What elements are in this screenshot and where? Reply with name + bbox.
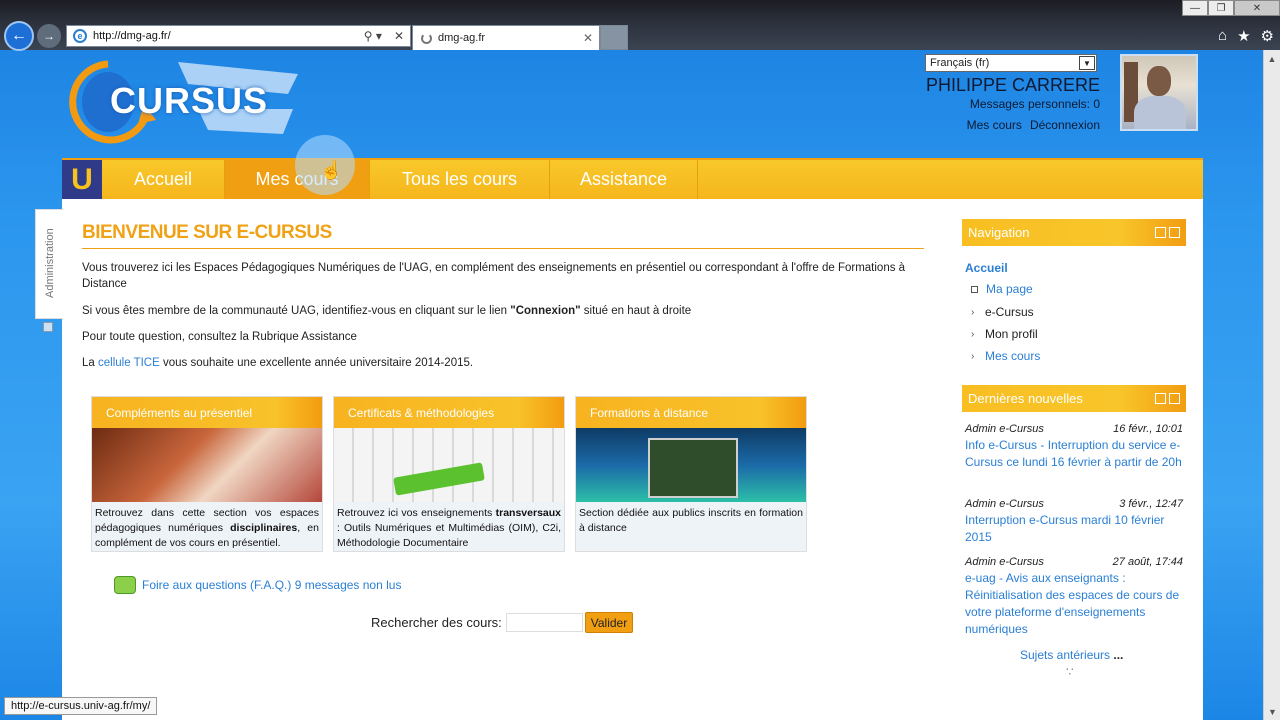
language-value: Français (fr) [930,57,990,69]
search-label: Rechercher des cours: [371,615,502,630]
scroll-up-icon[interactable]: ▲ [1264,50,1280,67]
news-meta: Admin e-Cursus 16 févr., 10:01 [965,423,1183,435]
administration-label: Administration [44,228,56,298]
news-meta: Admin e-Cursus 3 févr., 12:47 [965,498,1183,510]
news-link[interactable]: Info e-Cursus - Interruption du service … [965,437,1183,471]
window-close-button[interactable]: ✕ [1234,0,1280,16]
logo-text: CURSUS [110,80,269,121]
navigation-title: Navigation [968,225,1030,240]
browser-tab[interactable]: dmg-ag.fr ✕ [412,25,600,50]
ie-icon: e [73,29,87,43]
chevron-right-icon: › [971,350,975,362]
news-title: Dernières nouvelles [968,391,1083,406]
card-image[interactable] [92,428,322,502]
menu-item-accueil[interactable]: Accueil [102,160,225,199]
category-card-distance[interactable]: Formations à distance Section dédiée aux… [575,396,807,552]
home-icon[interactable]: ⌂ [1218,27,1227,45]
administration-tab[interactable]: Administration [35,209,63,319]
settings-gear-icon[interactable]: ⚙ [1261,27,1274,45]
user-links: Mes cours Déconnexion [900,118,1100,132]
address-bar[interactable]: e http://dmg-ag.fr/ ⚲ ▾ ✕ [66,25,411,47]
avatar[interactable] [1120,54,1198,131]
nav-item-mon-profil[interactable]: › Mon profil [971,327,1038,341]
card-title[interactable]: Certificats & méthodologies [334,397,564,428]
my-courses-link[interactable]: Mes cours [967,118,1022,132]
chevron-right-icon: › [971,328,975,340]
forum-icon [114,576,136,594]
minimize-button[interactable]: — [1182,0,1208,16]
news-link[interactable]: Interruption e-Cursus mardi 10 février 2… [965,512,1183,546]
card-description: Retrouvez ici vos enseignements transver… [337,507,561,549]
older-topics-link[interactable]: Sujets antérieurs ... [1020,648,1123,662]
mouse-cursor-icon: ☝ [320,160,343,180]
page-title: BIENVENUE SUR E-CURSUS [82,222,924,249]
card-description: Section dédiée aux publics inscrits en f… [579,507,803,534]
loading-icon [421,32,432,44]
nav-home-link[interactable]: Accueil [965,261,1008,275]
scroll-down-icon[interactable]: ▼ [1264,703,1280,720]
chevron-right-icon: › [971,306,975,318]
close-icon[interactable]: ✕ [394,29,404,43]
category-card-certificats[interactable]: Certificats & méthodologies Retrouvez ic… [333,396,565,552]
browser-chrome: ← → e http://dmg-ag.fr/ ⚲ ▾ ✕ dmg-ag.fr … [0,0,1280,51]
back-button[interactable]: ← [4,21,34,51]
address-url[interactable]: http://dmg-ag.fr/ [93,30,358,42]
tab-title: dmg-ag.fr [438,32,486,44]
card-description: Retrouvez dans cette section vos espaces… [95,507,319,549]
category-card-presentiel[interactable]: Compléments au présentiel Retrouvez dans… [91,396,323,552]
favorites-icon[interactable]: ★ [1237,27,1250,45]
login-paragraph: Si vous êtes membre de la communauté UAG… [82,305,692,317]
card-title[interactable]: Compléments au présentiel [92,397,322,428]
intro-paragraph: Vous trouverez ici les Espaces Pédagogiq… [82,262,906,290]
news-link[interactable]: e-uag - Avis aux enseignants : Réinitial… [965,570,1183,638]
card-title[interactable]: Formations à distance [576,397,806,428]
dock-block-icon[interactable] [1169,227,1180,238]
navigation-block-header: Navigation [962,219,1186,246]
chevron-down-icon[interactable]: ▼ [1079,56,1095,70]
news-block-header: Dernières nouvelles [962,385,1186,412]
new-tab-button[interactable] [600,25,628,50]
news-meta: Admin e-Cursus 27 août, 17:44 [965,556,1183,568]
logout-link[interactable]: Déconnexion [1030,118,1100,132]
nav-item-ma-page[interactable]: Ma page [971,282,1033,296]
faq-label[interactable]: Foire aux questions (F.A.Q.) 9 messages … [142,578,401,592]
course-search-input[interactable] [506,613,583,632]
restore-button[interactable]: ❐ [1208,0,1234,16]
window-controls: — ❐ ✕ [1182,0,1280,16]
dock-block-icon[interactable] [1169,393,1180,404]
nav-item-mes-cours[interactable]: › Mes cours [971,349,1040,363]
card-image[interactable] [334,428,564,502]
menu-logo[interactable]: U [62,160,102,199]
search-submit-button[interactable]: Valider [585,612,633,633]
rss-icon[interactable]: ∵ [1066,665,1080,679]
tice-paragraph: La cellule TICE vous souhaite une excell… [82,357,474,369]
menu-item-assistance[interactable]: Assistance [550,160,698,199]
tice-link[interactable]: cellule TICE [98,357,160,369]
tab-close-icon[interactable]: ✕ [583,31,593,45]
nav-item-e-cursus[interactable]: › e-Cursus [971,305,1034,319]
language-select[interactable]: Français (fr) ▼ [925,54,1097,72]
search-icon[interactable]: ⚲ ▾ [364,29,382,43]
forward-button[interactable]: → [37,24,61,48]
menu-item-tous-les-cours[interactable]: Tous les cours [370,160,550,199]
status-bar-url: http://e-cursus.univ-ag.fr/my/ [4,697,158,715]
user-name[interactable]: PHILIPPE CARRERE [900,75,1100,96]
collapse-icon[interactable] [1155,227,1166,238]
page-icon [971,285,978,293]
browser-tools: ⌂ ★ ⚙ [1218,27,1274,45]
assistance-paragraph: Pour toute question, consultez la Rubriq… [82,331,357,343]
main-menu: U Accueil Mes cours Tous les cours Assis… [62,158,1203,199]
dock-icon[interactable] [43,322,53,332]
personal-messages[interactable]: Messages personnels: 0 [900,97,1100,111]
page-scrollbar[interactable]: ▲ ▼ [1263,50,1280,720]
faq-link[interactable]: Foire aux questions (F.A.Q.) 9 messages … [114,576,401,594]
card-image[interactable] [576,428,806,502]
collapse-icon[interactable] [1155,393,1166,404]
